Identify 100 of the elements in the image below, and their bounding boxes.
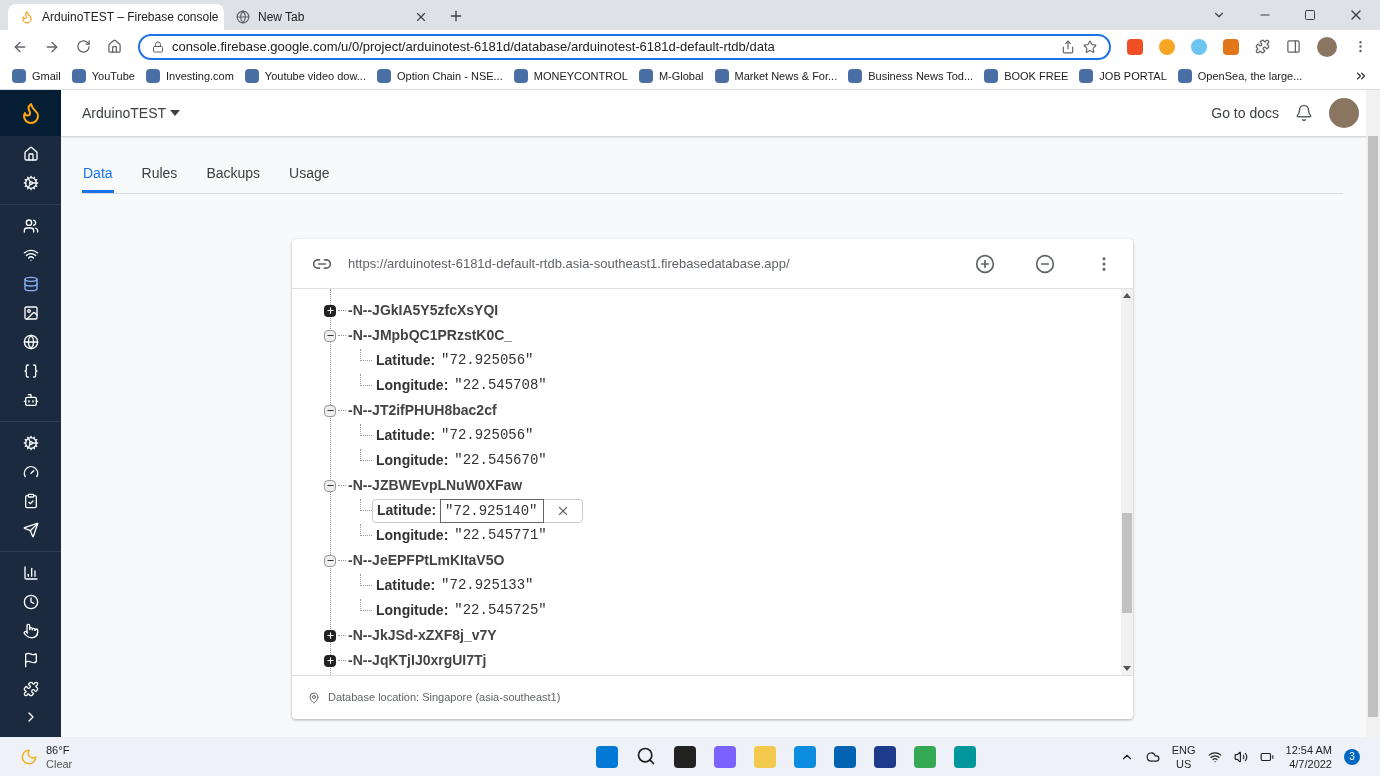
bookmark-favicon-icon — [1079, 69, 1094, 83]
tab[interactable]: Backups — [205, 163, 262, 193]
braces-icon[interactable] — [22, 363, 39, 379]
clock-time[interactable]: 12:54 AM — [1285, 742, 1332, 757]
extension-icon[interactable] — [1127, 38, 1143, 55]
node-key[interactable]: -N--JkJSd-xZXF8j_v7Y — [348, 625, 497, 646]
app-icon[interactable] — [874, 745, 896, 768]
bookmark-favicon-icon — [638, 69, 653, 83]
bell-icon[interactable] — [1295, 104, 1313, 122]
restore-icon[interactable] — [1304, 9, 1316, 21]
gears-icon[interactable] — [22, 435, 39, 451]
fox-icon[interactable] — [1223, 38, 1239, 55]
pin-icon — [308, 691, 320, 704]
close-icon[interactable] — [414, 10, 428, 24]
volume-icon[interactable] — [1233, 749, 1248, 764]
bookmark[interactable]: Gmail — [12, 67, 61, 85]
more-bookmarks-icon[interactable] — [1354, 69, 1368, 83]
scroll-up-icon[interactable] — [1123, 293, 1131, 298]
project-selector[interactable]: ArduinoTEST — [82, 102, 181, 124]
scroll-thumb[interactable] — [1122, 513, 1132, 613]
node-key[interactable]: -N--JeEPFPtLmKItaV5O — [348, 550, 505, 571]
bookmark-favicon-icon — [376, 69, 391, 83]
bookmark[interactable]: Youtube video dow... — [244, 67, 366, 85]
globe-icon — [236, 10, 250, 24]
tab[interactable]: Usage — [288, 163, 331, 193]
scroll-thumb[interactable] — [1368, 136, 1378, 717]
scrollbar[interactable] — [1121, 289, 1133, 675]
extensions-icon[interactable] — [1255, 39, 1270, 54]
gauge-icon[interactable] — [22, 464, 39, 480]
edit-field[interactable]: Latitude: "72.925140" — [372, 498, 584, 523]
field-key: Latitude: — [373, 500, 441, 521]
tab[interactable]: Data — [82, 163, 114, 193]
collapse-icon[interactable] — [324, 404, 336, 417]
database-icon[interactable] — [22, 276, 39, 292]
clipboard-check-icon[interactable] — [22, 493, 39, 509]
collapse-icon[interactable] — [324, 554, 336, 567]
scroll-down-icon[interactable] — [1123, 666, 1131, 671]
bookmark-favicon-icon — [71, 69, 86, 83]
bookmark[interactable]: M-Global — [638, 67, 704, 85]
share-icon[interactable] — [1061, 39, 1075, 54]
signal-icon[interactable] — [22, 247, 39, 263]
wifi-icon[interactable] — [1207, 749, 1222, 764]
puzzle-icon[interactable] — [22, 681, 39, 697]
clock-icon[interactable] — [22, 594, 39, 610]
app-icon[interactable] — [674, 745, 696, 768]
node-key[interactable]: -N--JGkIA5Y5zfcXsYQI — [348, 300, 499, 321]
home-icon[interactable] — [107, 39, 122, 54]
star-icon[interactable] — [1083, 39, 1097, 54]
bookmark-favicon-icon — [145, 69, 160, 83]
page-scrollbar[interactable] — [1366, 90, 1380, 737]
settings-icon[interactable] — [22, 175, 39, 191]
flag-icon[interactable] — [22, 652, 39, 668]
language[interactable]: ENG — [1171, 742, 1196, 757]
new-tab-icon[interactable] — [448, 8, 464, 24]
bar-chart-icon[interactable] — [22, 565, 39, 581]
address-bar[interactable]: console.firebase.google.com/u/0/project/arduinotest-6181d/database/arduinotest-6181d-default-rtdb/data — [138, 33, 1111, 60]
node-key[interactable]: -N--JT2ifPHUH8bac2cf — [348, 400, 497, 421]
field-key: Latitude: — [376, 575, 436, 596]
field-value: "22.545771" — [454, 526, 547, 545]
field-value: "22.545670" — [454, 451, 547, 470]
bookmark[interactable]: BOOK FREE — [984, 67, 1069, 85]
avatar-icon[interactable] — [1329, 98, 1359, 128]
side-panel-icon[interactable] — [1286, 39, 1301, 54]
expand-icon[interactable] — [324, 629, 336, 642]
expand-icon[interactable] — [324, 304, 336, 317]
node-key[interactable]: -N--JZBWEvpLNuW0XFaw — [348, 475, 523, 496]
node-key[interactable]: -N--JqKTjIJ0xrgUI7Tj — [348, 650, 487, 671]
remove-icon[interactable] — [1035, 253, 1055, 274]
robot-icon[interactable] — [22, 392, 39, 408]
field-key: Longitude: — [376, 525, 449, 546]
avatar-icon[interactable] — [1317, 36, 1337, 57]
bookmark-favicon-icon — [1177, 69, 1192, 83]
tab[interactable]: Rules — [140, 163, 179, 193]
bookmark[interactable]: Business News Tod... — [848, 67, 974, 85]
globe-icon[interactable] — [22, 334, 39, 350]
region[interactable]: US — [1175, 756, 1192, 771]
bookmark[interactable]: Market News & For... — [714, 67, 838, 85]
bookmark[interactable]: JOB PORTAL — [1079, 67, 1167, 85]
browser-tab[interactable]: ArduinoTEST – Firebase console — [8, 4, 224, 30]
cloud-icon[interactable] — [1145, 749, 1160, 764]
collapse-icon[interactable] — [324, 329, 336, 342]
expand-icon[interactable] — [324, 654, 336, 667]
users-icon[interactable] — [22, 218, 39, 234]
bookmark[interactable]: Investing.com — [145, 67, 234, 85]
bookmark[interactable]: Option Chain - NSE... — [376, 67, 503, 85]
collapse-icon[interactable] — [324, 479, 336, 492]
bookmark[interactable]: OpenSea, the large... — [1177, 67, 1303, 85]
node-key[interactable]: -N--JMpbQC1PRzstK0C_ — [348, 325, 513, 346]
pointer-icon[interactable] — [22, 623, 39, 639]
value-input[interactable]: "72.925140" — [440, 498, 545, 523]
notification-count[interactable]: 3 — [1344, 748, 1360, 765]
send-icon[interactable] — [22, 522, 39, 538]
search-icon[interactable] — [636, 745, 656, 766]
bookmark[interactable]: YouTube — [71, 67, 135, 85]
image-icon[interactable] — [22, 305, 39, 321]
reload-icon[interactable] — [76, 39, 91, 54]
clock-date[interactable]: 4/7/2022 — [1289, 756, 1332, 771]
add-icon[interactable] — [975, 253, 995, 274]
bookmark[interactable]: MONEYCONTROL — [513, 67, 628, 85]
docs-link[interactable]: Go to docs — [1211, 102, 1279, 124]
